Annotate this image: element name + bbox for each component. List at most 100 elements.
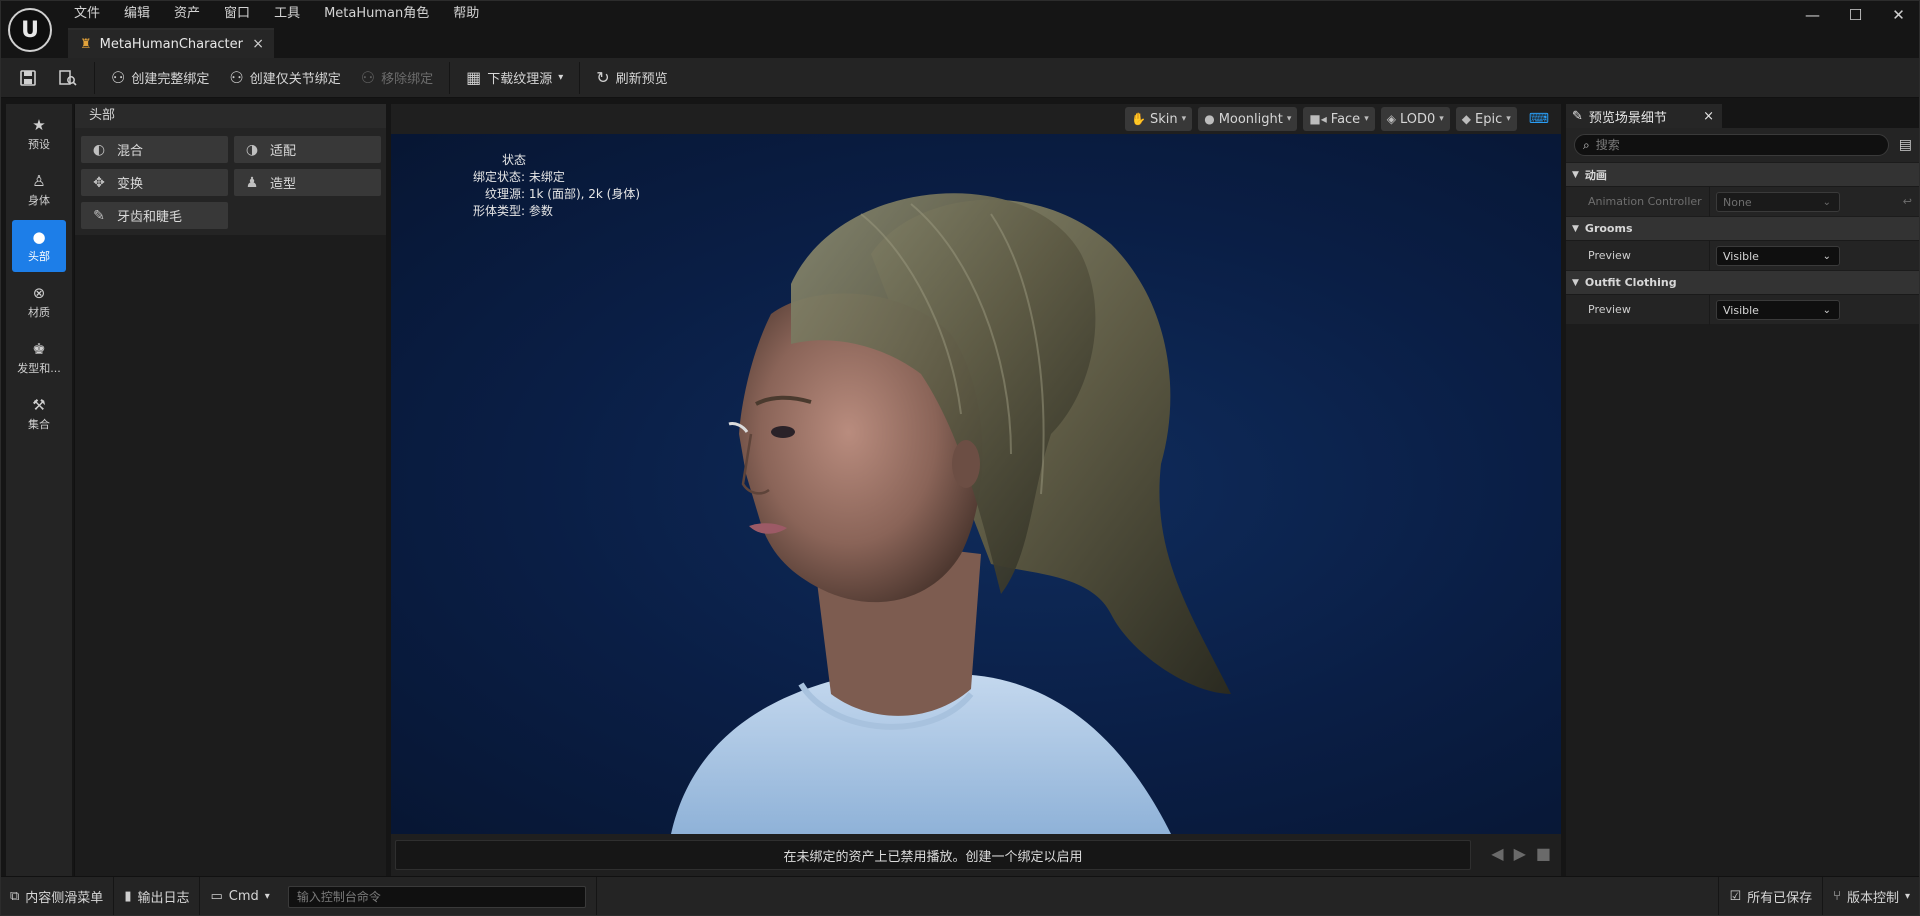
toolbar-separator: [94, 61, 95, 94]
title-bar: U 文件 编辑 资产 窗口 工具 MetaHuman角色 帮助 — ☐ ✕ ♜ …: [0, 0, 1920, 58]
mode-assembly-label: 集合: [28, 418, 50, 431]
mode-assembly[interactable]: ⚒ 集合: [12, 388, 66, 440]
status-bar-right: ☑ 所有已保存 ⑂ 版本控制 ▾: [1718, 876, 1920, 916]
create-full-rig-button[interactable]: ⚇ 创建完整绑定: [101, 62, 219, 94]
source-control-label: 版本控制: [1846, 891, 1899, 906]
brush-icon: ✎: [93, 207, 105, 224]
status-title: 状态: [502, 153, 527, 167]
menu-asset[interactable]: 资产: [162, 4, 212, 24]
download-texture-source-button[interactable]: ▦ 下载纹理源 ▾: [456, 62, 573, 94]
rig-status-overlay: 状态 绑定状态: 未绑定 纹理源: 1k (面部), 2k (身体) 形体类型:…: [473, 152, 640, 220]
property-name: Preview: [1588, 249, 1631, 262]
source-control-button[interactable]: ⑂ 版本控制 ▾: [1822, 876, 1920, 916]
quality-dropdown[interactable]: ◆ Epic ▾: [1455, 107, 1517, 131]
play-icon[interactable]: ▶: [1514, 844, 1526, 863]
body-type-text: 形体类型: 参数: [473, 204, 553, 218]
lod-dropdown[interactable]: ◈ LOD0 ▾: [1380, 107, 1450, 131]
tool-conform-button[interactable]: ◑ 适配: [234, 136, 381, 163]
menu-window[interactable]: 窗口: [212, 4, 262, 24]
body-icon: ♙: [32, 172, 46, 190]
viewport[interactable]: ✋ Skin ▾ ● Moonlight ▾ ■◂ Face ▾ ◈ LOD0 …: [391, 104, 1561, 834]
render-area[interactable]: 状态 绑定状态: 未绑定 纹理源: 1k (面部), 2k (身体) 形体类型:…: [391, 134, 1561, 834]
output-log-button[interactable]: ▮ 输出日志: [114, 876, 201, 916]
skin-dropdown[interactable]: ✋ Skin ▾: [1125, 107, 1193, 131]
content-drawer-label: 内容侧滑菜单: [25, 891, 104, 906]
property-name: Animation Controller: [1588, 195, 1702, 208]
category-grooms[interactable]: ▼ Grooms: [1566, 216, 1920, 240]
create-joint-rig-button[interactable]: ⚇ 创建仅关节绑定: [219, 62, 350, 94]
console-command-input[interactable]: 输入控制台命令: [287, 885, 586, 908]
tool-teeth-lashes-button[interactable]: ✎ 牙齿和睫毛: [81, 202, 228, 229]
menu-edit[interactable]: 编辑: [112, 4, 162, 24]
metahuman-asset-icon: ♜: [80, 36, 92, 52]
grooms-preview-combo[interactable]: Visible ⌄: [1716, 246, 1840, 266]
tool-sculpt-button[interactable]: ♟ 造型: [234, 169, 381, 196]
status-bar: ⧉ 内容侧滑菜单 ▮ 输出日志 ▭ Cmd ▾ 输入控制台命令 ☑ 所有已保存 …: [0, 876, 1920, 916]
category-animation[interactable]: ▼ 动画: [1566, 162, 1920, 186]
menu-metahuman-character[interactable]: MetaHuman角色: [312, 4, 441, 24]
camera-dropdown[interactable]: ■◂ Face ▾: [1303, 107, 1375, 131]
lod-label: LOD0: [1399, 111, 1436, 127]
content-drawer-button[interactable]: ⧉ 内容侧滑菜单: [0, 876, 115, 916]
property-divider: [1709, 294, 1710, 325]
menu-file[interactable]: 文件: [62, 4, 112, 24]
details-search-input[interactable]: [1595, 138, 1856, 152]
chevron-down-icon: ▾: [1181, 114, 1187, 124]
tool-teeth-lashes-label: 牙齿和睫毛: [117, 210, 183, 225]
mode-preset[interactable]: ★ 预设: [12, 108, 66, 160]
mode-hair[interactable]: ♚ 发型和...: [12, 332, 66, 384]
ear: [952, 440, 980, 488]
details-search-box[interactable]: ⌕: [1574, 134, 1889, 156]
logo-text: U: [21, 17, 39, 43]
maximize-button[interactable]: ☐: [1834, 0, 1877, 30]
tool-transform-button[interactable]: ✥ 变换: [81, 169, 228, 196]
mode-preset-label: 预设: [28, 138, 50, 151]
collapse-triangle-icon: ▼: [1572, 223, 1579, 234]
viewport-toolbar: ✋ Skin ▾ ● Moonlight ▾ ■◂ Face ▾ ◈ LOD0 …: [391, 104, 1561, 134]
minimize-button[interactable]: —: [1791, 0, 1834, 30]
refresh-icon: ↻: [596, 68, 610, 87]
chevron-down-icon: ▾: [1439, 114, 1444, 124]
tool-blend-label: 混合: [117, 144, 144, 159]
source-control-icon: ⑂: [1833, 889, 1841, 904]
rig-state-text: 绑定状态: 未绑定: [473, 170, 565, 184]
tool-conform-label: 适配: [270, 144, 297, 159]
step-back-icon[interactable]: ◀: [1491, 844, 1503, 863]
close-window-button[interactable]: ✕: [1877, 0, 1920, 30]
mode-body[interactable]: ♙ 身体: [12, 164, 66, 216]
settings-grid-icon[interactable]: ▤: [1899, 137, 1912, 153]
conform-icon: ◑: [245, 141, 259, 158]
all-saved-button[interactable]: ☑ 所有已保存: [1718, 876, 1822, 916]
cmd-dropdown[interactable]: ▭ Cmd ▾: [200, 877, 279, 916]
close-tab-icon[interactable]: ×: [252, 36, 264, 52]
mode-head[interactable]: ● 头部: [12, 220, 66, 272]
material-icon: ⊗: [32, 284, 46, 302]
remove-rig-button[interactable]: ⚇ 移除绑定: [351, 62, 443, 94]
keyboard-icon[interactable]: ⌨: [1523, 111, 1555, 127]
details-tab[interactable]: ✎ 预览场景细节 ×: [1566, 104, 1722, 128]
category-outfit-clothing[interactable]: ▼ Outfit Clothing: [1566, 270, 1920, 294]
menu-tools[interactable]: 工具: [262, 4, 312, 24]
playback-bar: 在未绑定的资产上已禁用播放。创建一个绑定以启用 ◀ ▶ ■: [391, 834, 1561, 876]
details-search-row: ⌕ ▤: [1566, 128, 1920, 162]
lighting-dropdown[interactable]: ● Moonlight ▾: [1198, 107, 1298, 131]
reset-arrow-icon[interactable]: ↩: [1903, 195, 1912, 208]
menu-help[interactable]: 帮助: [441, 4, 491, 24]
tools-panel-header: 头部: [75, 104, 386, 128]
camera-icon: ■◂: [1309, 112, 1327, 126]
save-button[interactable]: [8, 62, 48, 94]
property-row: Preview Visible ⌄: [1566, 240, 1920, 271]
tool-sculpt-label: 造型: [270, 177, 297, 192]
refresh-preview-button[interactable]: ↻ 刷新预览: [586, 62, 677, 94]
stop-icon[interactable]: ■: [1536, 844, 1551, 863]
log-icon: ▮: [124, 889, 132, 904]
browse-asset-button[interactable]: [48, 62, 88, 94]
close-tab-icon[interactable]: ×: [1703, 109, 1714, 124]
tool-blend-button[interactable]: ◐ 混合: [81, 136, 228, 163]
toolbar-separator: [579, 61, 581, 94]
animation-controller-combo[interactable]: None ⌄: [1716, 192, 1840, 212]
outfit-preview-combo[interactable]: Visible ⌄: [1716, 300, 1840, 320]
mode-material[interactable]: ⊗ 材质: [12, 276, 66, 328]
document-tab[interactable]: ♜ MetaHumanCharacter ×: [68, 28, 274, 58]
unreal-logo[interactable]: U: [8, 8, 52, 52]
